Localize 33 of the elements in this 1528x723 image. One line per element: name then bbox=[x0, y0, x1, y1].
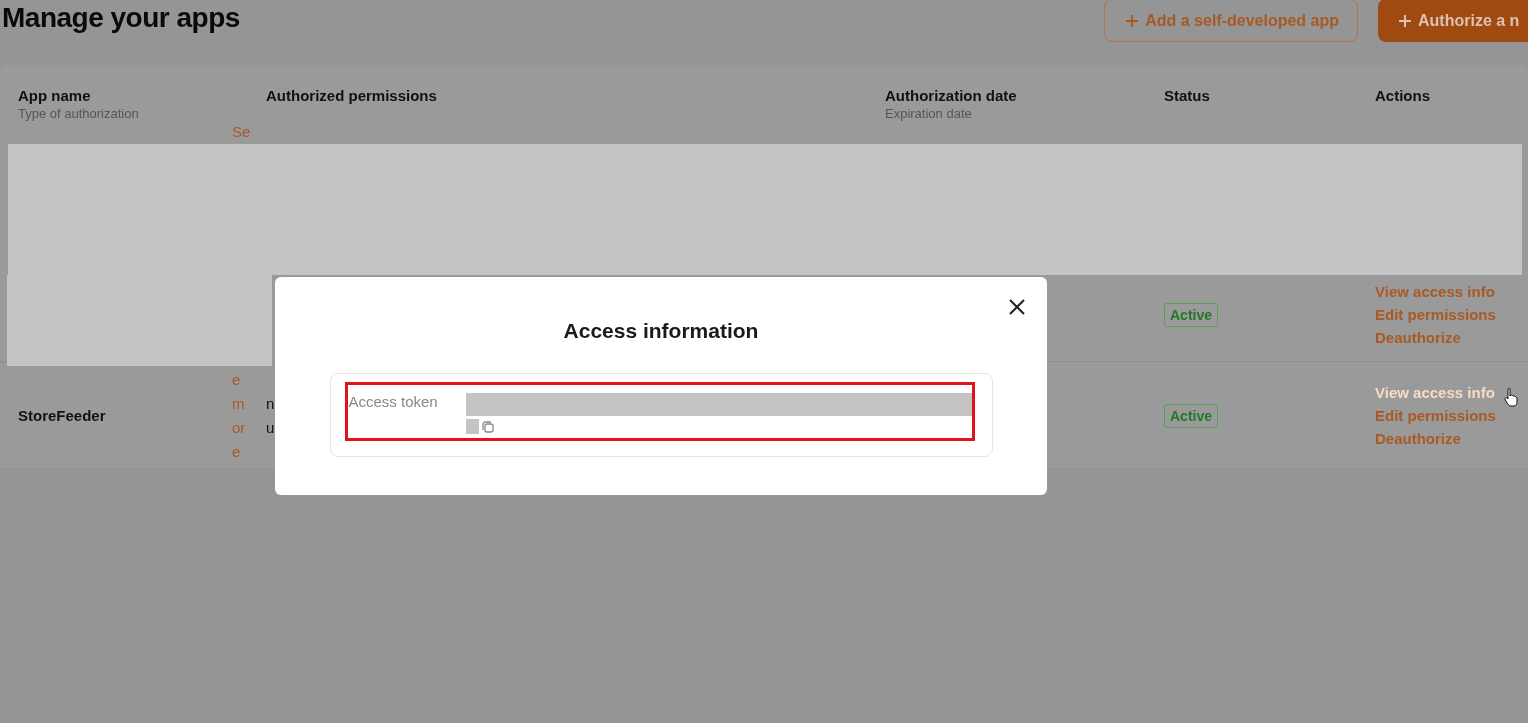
column-header: Actions bbox=[1375, 87, 1431, 104]
column-subheader: Expiration date bbox=[885, 106, 973, 121]
see-more-link[interactable]: or bbox=[232, 415, 246, 440]
column-header: Status bbox=[1164, 87, 1211, 104]
field-label: Access token bbox=[348, 393, 439, 412]
status-badge: Active bbox=[1164, 303, 1219, 327]
plus-icon bbox=[1125, 13, 1140, 28]
close-icon[interactable] bbox=[1007, 297, 1027, 317]
dialog-title: Access information bbox=[563, 319, 759, 343]
see-more-link[interactable]: m bbox=[232, 391, 245, 416]
status-badge: Active bbox=[1164, 403, 1219, 428]
column-header: Authorization date bbox=[885, 87, 1018, 104]
see-more-link[interactable]: e bbox=[232, 439, 241, 464]
action-link[interactable]: View access info bbox=[1375, 381, 1495, 404]
see-more-link[interactable]: Se bbox=[232, 120, 251, 144]
action-link[interactable]: Deauthorize bbox=[1375, 427, 1461, 450]
app-name: StoreFeeder bbox=[18, 406, 106, 424]
column-header: Authorized permissions bbox=[266, 87, 438, 104]
column-header: App name bbox=[18, 87, 92, 104]
action-link[interactable]: Deauthorize bbox=[1375, 326, 1461, 349]
action-link[interactable]: Edit permissions bbox=[1375, 404, 1496, 427]
copy-icon[interactable] bbox=[480, 419, 495, 434]
permission-text: n bbox=[266, 393, 275, 414]
authorize-button[interactable]: Authorize a n bbox=[1378, 0, 1528, 42]
action-link[interactable]: Edit permissions bbox=[1375, 303, 1496, 326]
redacted-token bbox=[465, 419, 479, 434]
plus-icon bbox=[1398, 13, 1412, 28]
see-more-link[interactable]: e bbox=[232, 367, 241, 392]
action-link[interactable]: View access info bbox=[1375, 280, 1495, 303]
column-subheader: Type of authorization bbox=[18, 106, 140, 121]
permission-text: u bbox=[266, 417, 275, 438]
page-title: Manage your apps bbox=[2, 2, 240, 34]
pointer-cursor-icon bbox=[1503, 387, 1519, 407]
